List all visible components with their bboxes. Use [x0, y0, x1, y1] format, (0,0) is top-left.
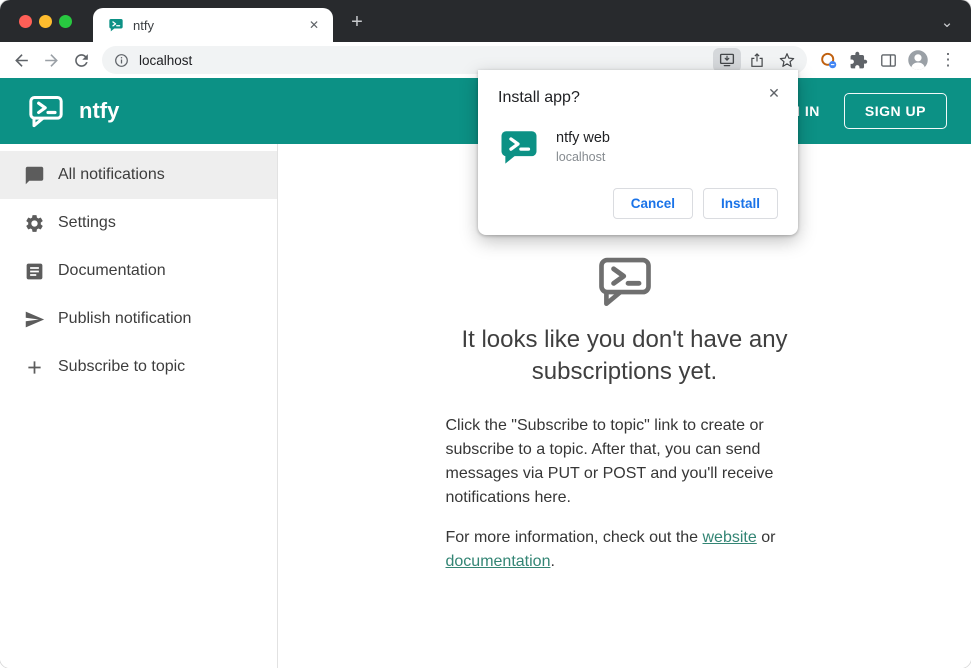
browser-menu-button[interactable]: ⋮	[933, 45, 963, 75]
website-link[interactable]: website	[703, 529, 757, 546]
forward-arrow-icon	[44, 53, 58, 67]
extension-button[interactable]	[813, 45, 843, 75]
tab-close-icon[interactable]: ✕	[305, 16, 323, 34]
close-window-button[interactable]	[19, 15, 32, 28]
puzzle-icon	[850, 51, 867, 68]
reload-icon	[74, 53, 88, 67]
forward-button[interactable]	[36, 45, 66, 75]
dialog-title: Install app?	[498, 89, 580, 106]
kebab-menu-icon: ⋮	[939, 50, 957, 69]
empty-state-paragraph: Click the "Subscribe to topic" link to c…	[445, 416, 774, 506]
period-text: .	[550, 552, 555, 570]
sidebar-item-publish-notification[interactable]: Publish notification	[0, 295, 277, 343]
sidebar-item-label: Subscribe to topic	[58, 358, 186, 375]
url-text: localhost	[139, 52, 193, 68]
sidebar-item-subscribe-to-topic[interactable]: Subscribe to topic	[0, 343, 277, 391]
sidebar-item-label: Publish notification	[58, 310, 192, 327]
ntfy-logo-icon	[26, 91, 66, 131]
zoom-window-button[interactable]	[59, 15, 72, 28]
brand-title: ntfy	[79, 98, 120, 123]
side-panel-icon	[880, 53, 896, 67]
dialog-actions: Cancel Install	[498, 188, 778, 219]
avatar-icon	[905, 47, 931, 73]
sidebar-item-documentation[interactable]: Documentation	[0, 247, 277, 295]
share-icon	[751, 53, 763, 67]
star-icon	[779, 53, 795, 67]
sidebar: All notifications Settings Documentation…	[0, 144, 278, 668]
back-arrow-icon	[14, 53, 28, 67]
sign-up-button[interactable]: SIGN UP	[843, 93, 947, 129]
or-text: or	[756, 528, 776, 546]
sidebar-item-label: Documentation	[58, 262, 166, 279]
share-button[interactable]	[743, 48, 771, 72]
ntfy-favicon-icon	[108, 17, 124, 33]
install-app-button[interactable]	[713, 48, 741, 72]
install-button[interactable]: Install	[702, 188, 778, 219]
extension-icon	[820, 52, 836, 68]
dialog-app-row: ntfy web localhost	[498, 126, 778, 168]
documentation-link[interactable]: documentation	[446, 553, 551, 570]
bookmark-button[interactable]	[773, 48, 801, 72]
sidebar-item-settings[interactable]: Settings	[0, 199, 277, 247]
dialog-app-name: ntfy web	[556, 130, 610, 146]
gear-icon	[26, 214, 43, 232]
window-controls	[19, 15, 72, 28]
page-info-icon[interactable]	[113, 52, 130, 69]
chat-bubble-icon	[25, 166, 44, 184]
dialog-app-origin: localhost	[556, 150, 606, 164]
empty-state-heading: It looks like you don't have any subscri…	[461, 326, 788, 385]
tab-search-chevron-icon[interactable]: ⌄	[935, 10, 959, 34]
tab-title: ntfy	[133, 17, 154, 33]
browser-tab[interactable]: ntfy ✕	[93, 8, 333, 42]
sidebar-item-all-notifications[interactable]: All notifications	[0, 151, 277, 199]
cancel-button[interactable]: Cancel	[612, 188, 693, 219]
browser-window: ntfy ✕ + ⌄ localhost ⋮ ntfy IN SIGN UP A…	[0, 0, 971, 668]
sidebar-item-label: Settings	[58, 214, 116, 231]
plus-icon	[28, 360, 41, 374]
ntfy-empty-state-icon	[594, 250, 656, 312]
tab-strip: ntfy ✕ + ⌄	[0, 0, 971, 42]
reload-button[interactable]	[66, 45, 96, 75]
book-icon	[26, 263, 43, 279]
ntfy-app-icon	[498, 126, 540, 168]
sidebar-item-label: All notifications	[58, 166, 165, 183]
minimize-window-button[interactable]	[39, 15, 52, 28]
install-app-dialog: Install app? ✕ ntfy web localhost Cancel…	[478, 70, 798, 235]
empty-state-links-paragraph: For more information, check out the webs…	[446, 526, 804, 574]
side-panel-button[interactable]	[873, 45, 903, 75]
extensions-menu-button[interactable]	[843, 45, 873, 75]
dialog-close-icon[interactable]: ✕	[763, 82, 785, 104]
back-button[interactable]	[6, 45, 36, 75]
more-info-text: For more information, check out the	[445, 528, 703, 546]
profile-button[interactable]	[903, 45, 933, 75]
send-icon	[25, 311, 45, 327]
new-tab-button[interactable]: +	[344, 9, 370, 35]
install-icon	[719, 53, 735, 67]
